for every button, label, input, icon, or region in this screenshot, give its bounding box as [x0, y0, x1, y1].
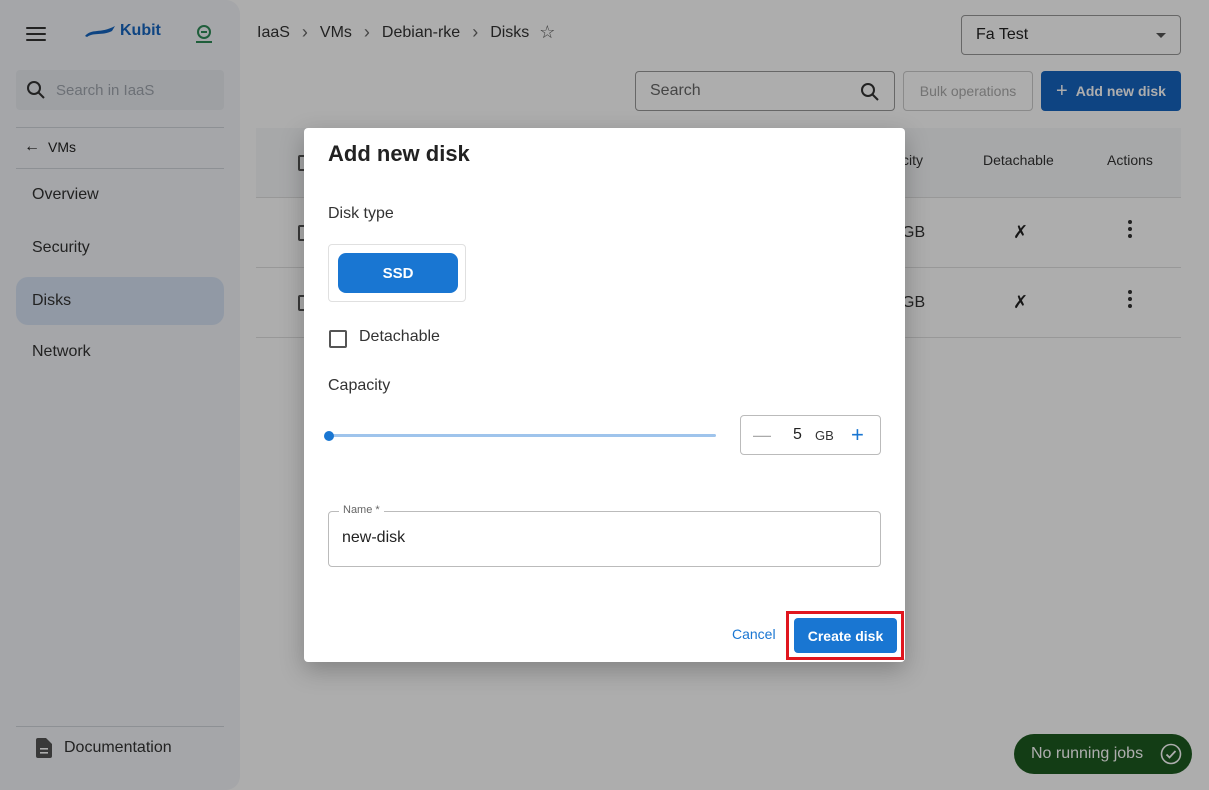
name-field[interactable]: Name * new-disk	[328, 504, 881, 567]
capacity-label: Capacity	[328, 377, 391, 394]
capacity-stepper: — 5 GB +	[740, 415, 881, 455]
name-field-label: Name *	[339, 504, 384, 516]
add-disk-dialog: Add new disk Disk type SSD Detachable Ca…	[304, 128, 905, 662]
detachable-checkbox[interactable]	[329, 330, 347, 348]
detachable-label[interactable]: Detachable	[359, 328, 440, 346]
plus-icon[interactable]: +	[851, 422, 864, 448]
capacity-unit: GB	[815, 428, 834, 443]
capacity-slider-track[interactable]	[328, 434, 716, 437]
disk-type-label: Disk type	[328, 205, 394, 222]
disk-type-group: SSD	[328, 244, 466, 302]
disk-type-ssd-button[interactable]: SSD	[338, 253, 458, 293]
capacity-slider-thumb[interactable]	[324, 431, 334, 441]
name-field-value[interactable]: new-disk	[342, 529, 405, 547]
create-disk-button[interactable]: Create disk	[794, 618, 897, 653]
dialog-title: Add new disk	[328, 141, 470, 166]
capacity-value[interactable]: 5	[793, 426, 802, 444]
cancel-button[interactable]: Cancel	[732, 626, 776, 642]
minus-icon[interactable]: —	[753, 425, 771, 446]
